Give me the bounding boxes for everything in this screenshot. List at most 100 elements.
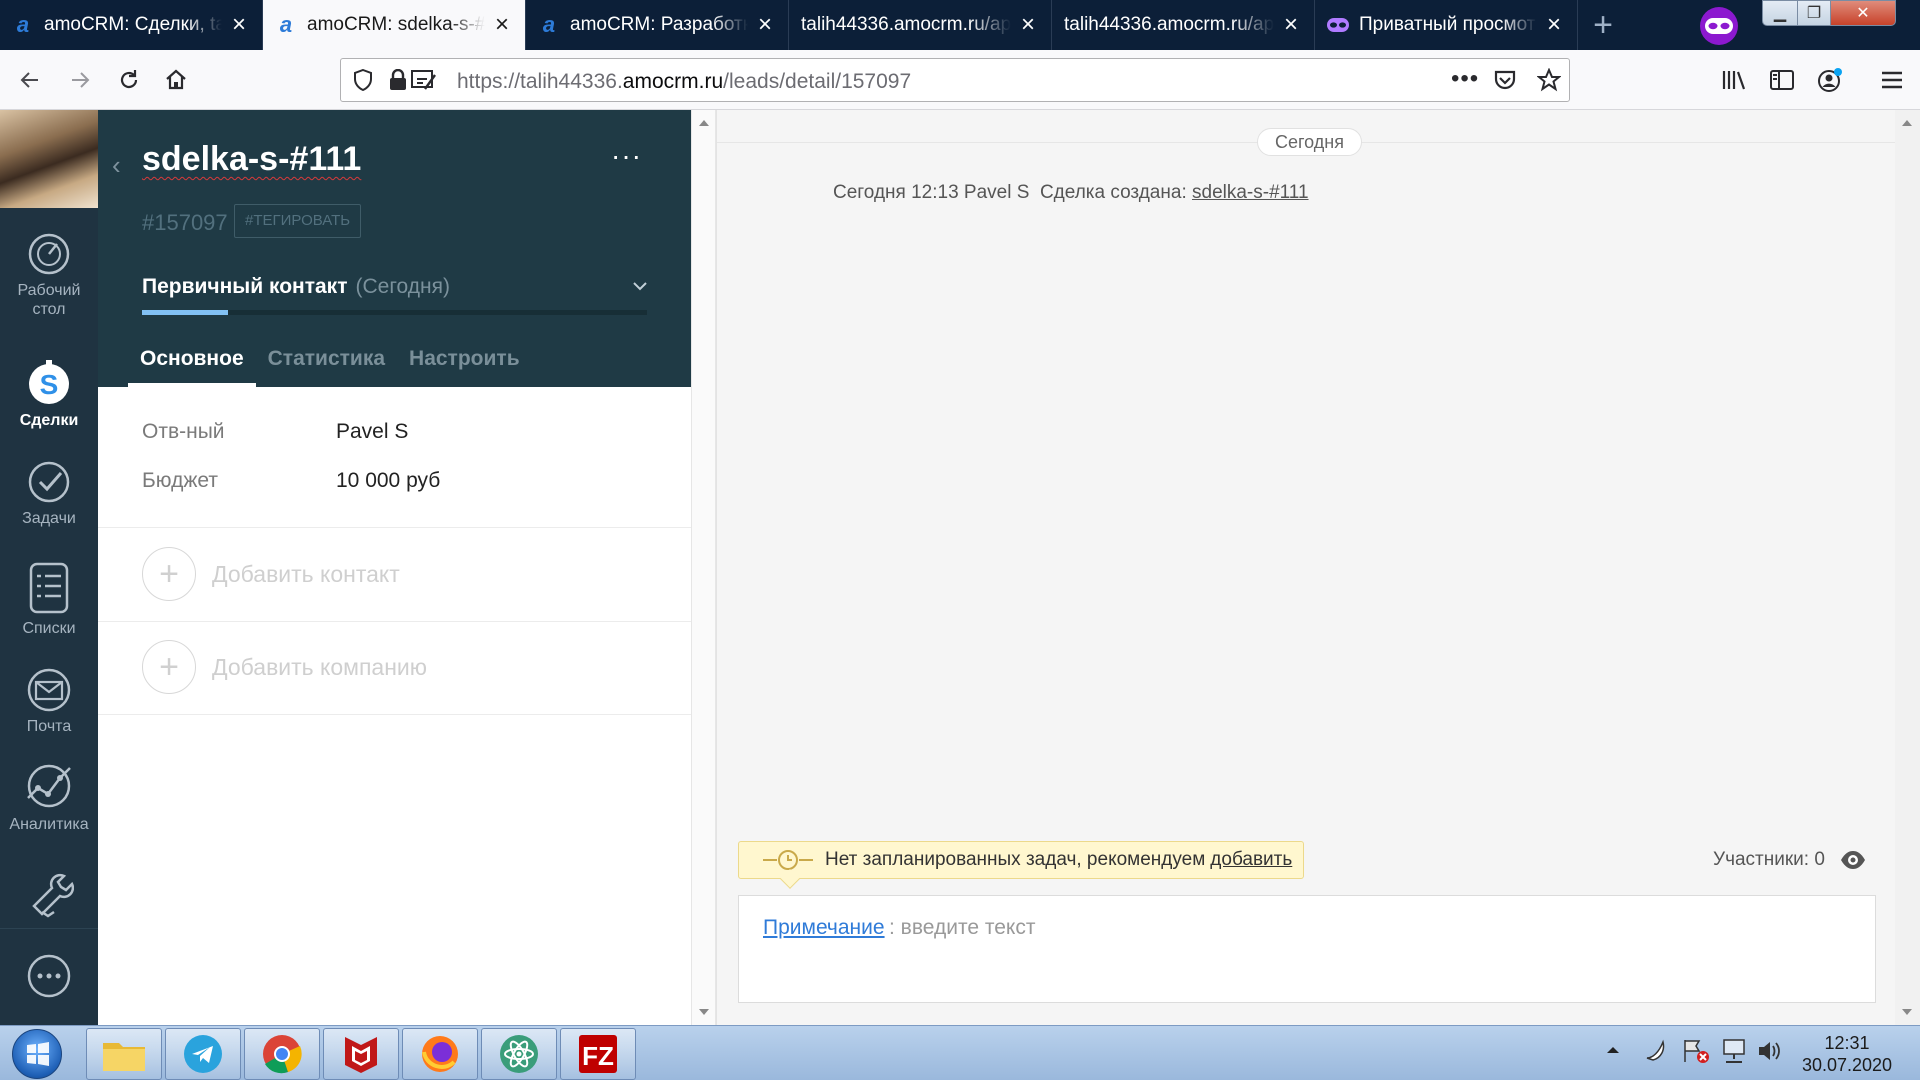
add-company-button[interactable]: + Добавить компанию xyxy=(142,640,427,694)
lists-icon xyxy=(29,562,69,614)
feed-scrollbar[interactable] xyxy=(1895,110,1920,1025)
scroll-down-arrow-icon[interactable] xyxy=(1902,1009,1912,1015)
volume-icon[interactable] xyxy=(1756,1038,1784,1069)
close-tab-icon[interactable]: × xyxy=(754,13,776,37)
url-text[interactable]: https://talih44336.amocrm.ru/leads/detai… xyxy=(457,70,911,94)
note-composer[interactable]: Примечание : введите текст xyxy=(738,895,1876,1003)
feed-event: Сегодня 12:13 Pavel S Сделка создана: sd… xyxy=(833,182,1309,204)
browser-tab-2[interactable]: a amoCRM: sdelka-s-#1 × xyxy=(263,0,526,50)
browser-tab-1[interactable]: a amoCRM: Сделки, tal × xyxy=(0,0,263,50)
amocrm-icon: a xyxy=(279,12,293,37)
windows-start-button[interactable] xyxy=(12,1029,62,1079)
nav-item-tasks[interactable]: Задачи xyxy=(0,460,98,528)
tray-app-icon[interactable] xyxy=(1644,1038,1670,1069)
home-icon[interactable] xyxy=(160,64,192,96)
add-task-link[interactable]: добавить xyxy=(1210,849,1292,871)
tab-statistics[interactable]: Статистика xyxy=(256,344,397,387)
file-explorer-icon[interactable] xyxy=(86,1028,162,1080)
dashboard-speedometer-icon xyxy=(28,233,70,275)
note-type-selector[interactable]: Примечание xyxy=(763,916,885,940)
add-contact-button[interactable]: + Добавить контакт xyxy=(142,547,400,601)
network-icon[interactable] xyxy=(1720,1038,1748,1069)
nav-item-mail[interactable]: Почта xyxy=(0,668,98,736)
scroll-down-arrow-icon[interactable] xyxy=(699,1009,709,1015)
close-tab-icon[interactable]: × xyxy=(1017,13,1039,37)
padlock-icon[interactable] xyxy=(389,68,407,96)
chrome-icon[interactable] xyxy=(244,1028,320,1080)
sidebar-toggle-icon[interactable] xyxy=(1766,64,1798,96)
address-bar[interactable]: https://talih44336.amocrm.ru/leads/detai… xyxy=(340,58,1570,102)
user-avatar[interactable] xyxy=(0,110,98,208)
pipeline-stage-select[interactable]: Первичный контакт (Сегодня) xyxy=(142,275,450,299)
analytics-chart-icon xyxy=(27,764,71,808)
tab-title: amoCRM: Разработка xyxy=(570,14,748,35)
note-input-placeholder[interactable]: : введите текст xyxy=(889,916,1035,940)
account-icon[interactable] xyxy=(1814,64,1846,96)
pocket-icon[interactable] xyxy=(1494,69,1516,96)
scroll-up-arrow-icon[interactable] xyxy=(1902,120,1912,126)
back-chevron-icon[interactable]: ‹ xyxy=(112,150,121,181)
page-actions-menu-icon[interactable]: ••• xyxy=(1451,65,1479,93)
nav-item-lists[interactable]: Списки xyxy=(0,562,98,638)
close-tab-icon[interactable]: × xyxy=(1543,13,1565,37)
back-arrow-icon[interactable] xyxy=(14,64,46,96)
mcafee-icon[interactable] xyxy=(323,1028,399,1080)
firefox-icon[interactable] xyxy=(402,1028,478,1080)
action-center-flag-icon[interactable] xyxy=(1682,1038,1710,1069)
tab-title: amoCRM: sdelka-s-#1 xyxy=(307,14,485,35)
nav-item-deals[interactable]: S Сделки xyxy=(0,354,98,430)
tracking-shield-icon[interactable] xyxy=(353,68,373,96)
field-value[interactable]: Pavel S xyxy=(336,420,408,443)
event-deal-link[interactable]: sdelka-s-#111 xyxy=(1192,182,1309,203)
tab-configure[interactable]: Настроить xyxy=(397,344,532,387)
forward-arrow-icon[interactable] xyxy=(64,64,96,96)
window-minimize-button[interactable]: ▁ xyxy=(1762,0,1798,26)
filezilla-icon[interactable]: FZ xyxy=(560,1028,636,1080)
close-tab-icon[interactable]: × xyxy=(1280,13,1302,37)
system-clock[interactable]: 12:31 30.07.2020 xyxy=(1792,1032,1902,1076)
bookmark-star-icon[interactable] xyxy=(1536,67,1562,97)
nav-item-settings[interactable] xyxy=(0,862,98,923)
field-value[interactable]: 10 000 руб xyxy=(336,469,440,492)
permissions-icon[interactable] xyxy=(411,69,437,96)
field-responsible[interactable]: Отв-ный Pavel S xyxy=(142,420,408,444)
nav-item-chat[interactable] xyxy=(0,953,98,1004)
atom-icon[interactable] xyxy=(481,1028,557,1080)
browser-tab-3[interactable]: a amoCRM: Разработка × xyxy=(526,0,789,50)
new-tab-button[interactable]: + xyxy=(1578,0,1628,50)
nav-item-analytics[interactable]: Аналитика xyxy=(0,760,98,834)
browser-tab-strip: a amoCRM: Сделки, tal × a amoCRM: sdelka… xyxy=(0,0,1920,50)
deal-more-menu-button[interactable]: ··· xyxy=(611,140,642,172)
deal-title[interactable]: sdelka-s-#111 xyxy=(142,140,361,179)
activity-feed: Сегодня Сегодня 12:13 Pavel S Сделка соз… xyxy=(716,110,1896,1025)
stage-label: Первичный контакт xyxy=(142,275,348,298)
tab-main[interactable]: Основное xyxy=(128,344,256,387)
plus-circle-icon: + xyxy=(142,640,196,694)
chevron-down-icon[interactable] xyxy=(632,278,648,294)
window-maximize-button[interactable]: ❐ xyxy=(1797,0,1831,26)
plus-circle-icon: + xyxy=(142,547,196,601)
library-icon[interactable] xyxy=(1718,64,1750,96)
hamburger-menu-icon[interactable] xyxy=(1876,64,1908,96)
field-budget[interactable]: Бюджет 10 000 руб xyxy=(142,469,440,493)
browser-tab-4[interactable]: talih44336.amocrm.ru/api × xyxy=(789,0,1052,50)
window-close-button[interactable]: ✕ xyxy=(1830,0,1896,26)
stage-progress-bar xyxy=(142,310,647,315)
browser-tab-6[interactable]: Приватный просмотр × xyxy=(1315,0,1578,50)
eye-icon[interactable] xyxy=(1839,846,1867,874)
card-scrollbar[interactable] xyxy=(691,110,716,1025)
notice-text: Нет запланированных задач, рекомендуем xyxy=(825,849,1206,870)
show-hidden-icons-chevron-icon[interactable] xyxy=(1606,1042,1620,1060)
crm-left-nav: Рабочий стол S Сделки Задачи Списки Почт… xyxy=(0,110,98,1025)
browser-tab-5[interactable]: talih44336.amocrm.ru/api × xyxy=(1052,0,1315,50)
clock-timeline-icon xyxy=(763,850,813,870)
add-tag-button[interactable]: #ТЕГИРОВАТЬ xyxy=(234,204,362,238)
add-contact-label: Добавить контакт xyxy=(212,560,400,587)
telegram-icon[interactable] xyxy=(165,1028,241,1080)
reload-icon[interactable] xyxy=(113,64,145,96)
nav-item-dashboard[interactable]: Рабочий стол xyxy=(0,232,98,319)
close-tab-icon[interactable]: × xyxy=(228,13,250,37)
close-tab-icon[interactable]: × xyxy=(491,13,513,37)
scroll-up-arrow-icon[interactable] xyxy=(699,120,709,126)
svg-text:FZ: FZ xyxy=(582,1041,614,1071)
